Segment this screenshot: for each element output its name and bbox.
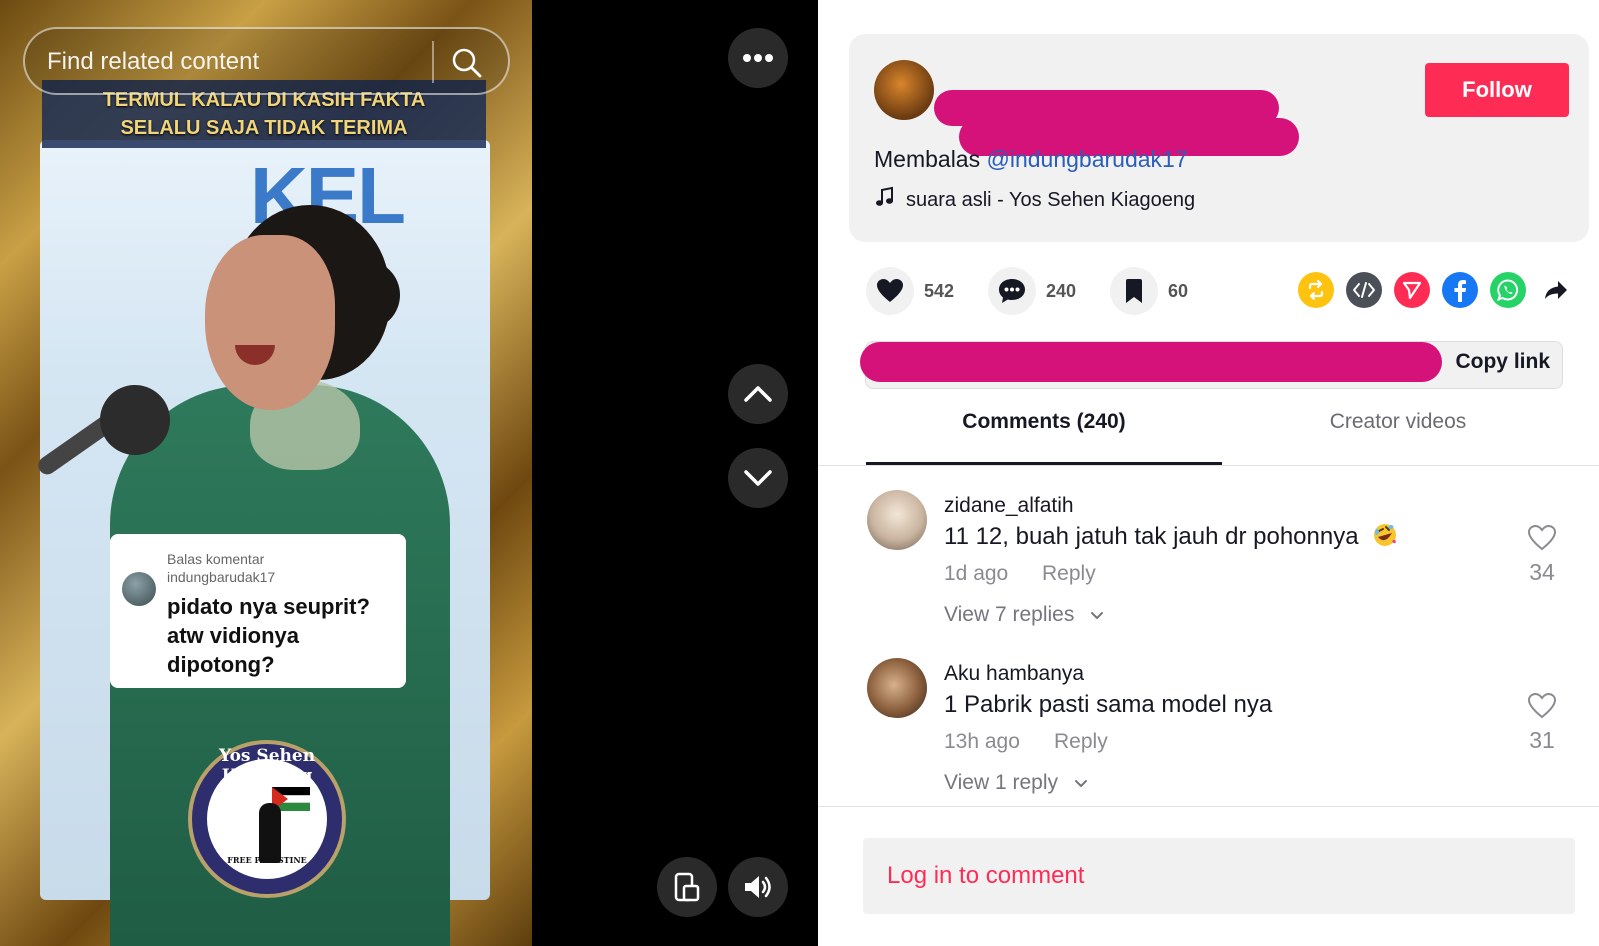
like-count: 542: [924, 280, 955, 301]
view-replies-button[interactable]: View 1 reply: [944, 771, 1088, 795]
login-to-comment-bar[interactable]: Log in to comment: [863, 838, 1575, 914]
bookmark-icon: [1126, 279, 1142, 303]
comment-action[interactable]: 240: [988, 267, 1076, 315]
whatsapp-icon[interactable]: [1490, 272, 1526, 308]
save-count: 60: [1168, 280, 1189, 301]
reply-meta: Balas komentar indungbarudak17: [167, 550, 395, 586]
comment-item: Aku hambanya 1 Pabrik pasti sama model n…: [818, 634, 1599, 802]
music-note-icon: [876, 186, 893, 206]
active-tab-indicator: [866, 462, 1222, 465]
share-forward-icon[interactable]: [1538, 272, 1574, 308]
tab-creator-videos[interactable]: Creator videos: [1220, 410, 1576, 466]
search-input[interactable]: [47, 48, 417, 76]
embed-icon[interactable]: [1346, 272, 1382, 308]
share-link-bar: Copy link: [860, 341, 1563, 389]
like-action[interactable]: 542: [866, 267, 954, 315]
author-card: Follow Membalas @indungbarudak17 suara a…: [849, 34, 1589, 242]
rolling-laughing-emoji-icon: [1374, 524, 1397, 546]
view-replies-label: View 7 replies: [944, 603, 1075, 626]
reply-label: Balas komentar: [167, 551, 265, 567]
comment-like-heart-icon[interactable]: [1526, 690, 1558, 722]
reply-avatar: [122, 572, 156, 606]
save-button[interactable]: [1110, 267, 1158, 315]
view-replies-label: View 1 reply: [944, 771, 1059, 794]
post-description: Membalas @indungbarudak17: [874, 146, 1188, 173]
view-replies-button[interactable]: View 7 replies: [944, 603, 1104, 627]
copy-link-button[interactable]: Copy link: [1455, 350, 1550, 374]
channel-logo-watermark: Yos Sehen Kiagoeng FREE PALESTINE: [188, 740, 346, 898]
search-divider: [432, 41, 434, 83]
facebook-icon[interactable]: [1442, 272, 1478, 308]
floating-player-icon: [674, 872, 700, 902]
panel-tabs: Comments (240) Creator videos: [818, 410, 1599, 466]
divider: [818, 806, 1599, 807]
reply-comment-card: Balas komentar indungbarudak17 pidato ny…: [110, 534, 406, 688]
floating-player-button[interactable]: [657, 857, 717, 917]
follow-button[interactable]: Follow: [1425, 63, 1569, 117]
speaker-face: [205, 235, 335, 410]
comment-time: 13h ago: [944, 730, 1020, 753]
comment-like-count: 31: [1529, 727, 1555, 753]
send-to-friend-icon[interactable]: [1394, 272, 1430, 308]
mention-link[interactable]: @indungbarudak17: [987, 146, 1188, 172]
login-to-comment-link[interactable]: Log in to comment: [887, 862, 1084, 890]
more-options-button[interactable]: [728, 28, 788, 88]
comment-like-heart-icon[interactable]: [1526, 522, 1558, 554]
chevron-down-icon: [744, 470, 772, 486]
forward-arrow-glyph: [1545, 281, 1567, 299]
volume-button[interactable]: [728, 857, 788, 917]
repost-icon[interactable]: [1298, 272, 1334, 308]
tab-comments[interactable]: Comments (240): [866, 410, 1222, 466]
video-area: KEL TERMUL KALAU DI KASIH FAKTA SELALU S…: [0, 0, 818, 946]
volume-icon: [745, 876, 771, 898]
comment-body: 11 12, buah jatuh tak jauh dr pohonnya: [944, 523, 1359, 550]
reply-button[interactable]: Reply: [1054, 730, 1108, 754]
reply-username: indungbarudak17: [167, 569, 276, 585]
facebook-f-glyph: [1454, 280, 1466, 302]
share-url-redacted: [860, 342, 1442, 382]
comment-button[interactable]: [988, 267, 1036, 315]
chevron-down-icon: [1074, 779, 1087, 787]
comment-username[interactable]: zidane_alfatih: [944, 494, 1074, 518]
comment-item: zidane_alfatih 11 12, buah jatuh tak jau…: [818, 466, 1599, 634]
paper-plane-glyph: [1402, 281, 1422, 300]
previous-video-button[interactable]: [728, 364, 788, 424]
search-icon[interactable]: [450, 46, 484, 80]
save-action[interactable]: 60: [1110, 267, 1188, 315]
logo-inner-circle: FREE PALESTINE: [207, 759, 327, 879]
comment-bubble-icon: [999, 279, 1025, 303]
caption-line-2: SELALU SAJA TIDAK TERIMA: [120, 117, 408, 139]
app: KEL TERMUL KALAU DI KASIH FAKTA SELALU S…: [0, 0, 1599, 946]
comment-like-count: 34: [1529, 559, 1555, 585]
search-bar: [23, 27, 510, 95]
repost-arrows-glyph: [1308, 279, 1324, 301]
child-silhouette: [259, 803, 281, 863]
comment-text: 1 Pabrik pasti sama model nya: [944, 691, 1273, 718]
comment-time: 1d ago: [944, 562, 1009, 585]
comment-avatar[interactable]: [867, 490, 927, 550]
whatsapp-glyph: [1496, 279, 1519, 302]
speaker-hair-bun: [330, 260, 400, 330]
logo-footer: FREE PALESTINE: [227, 855, 307, 865]
chevron-down-icon: [1091, 611, 1104, 619]
music-link[interactable]: suara asli - Yos Sehen Kiagoeng: [906, 189, 1195, 212]
comment-avatar[interactable]: [867, 658, 927, 718]
more-horizontal-icon: [743, 54, 773, 62]
comment-list: zidane_alfatih 11 12, buah jatuh tak jau…: [818, 466, 1599, 806]
chevron-up-icon: [744, 386, 772, 402]
reply-button[interactable]: Reply: [1042, 562, 1096, 586]
comment-username[interactable]: Aku hambanya: [944, 662, 1084, 686]
video-player[interactable]: KEL TERMUL KALAU DI KASIH FAKTA SELALU S…: [0, 0, 532, 946]
heart-icon: [877, 279, 903, 302]
like-button[interactable]: [866, 267, 914, 315]
reply-prefix: Membalas: [874, 146, 981, 172]
code-glyph: [1353, 282, 1375, 298]
comment-count: 240: [1046, 280, 1077, 301]
author-avatar[interactable]: [874, 60, 934, 120]
side-panel: Follow Membalas @indungbarudak17 suara a…: [818, 0, 1599, 946]
reply-text: pidato nya seuprit? atw vidionya dipoton…: [167, 594, 370, 677]
comment-text: 11 12, buah jatuh tak jauh dr pohonnya: [944, 523, 1397, 551]
next-video-button[interactable]: [728, 448, 788, 508]
